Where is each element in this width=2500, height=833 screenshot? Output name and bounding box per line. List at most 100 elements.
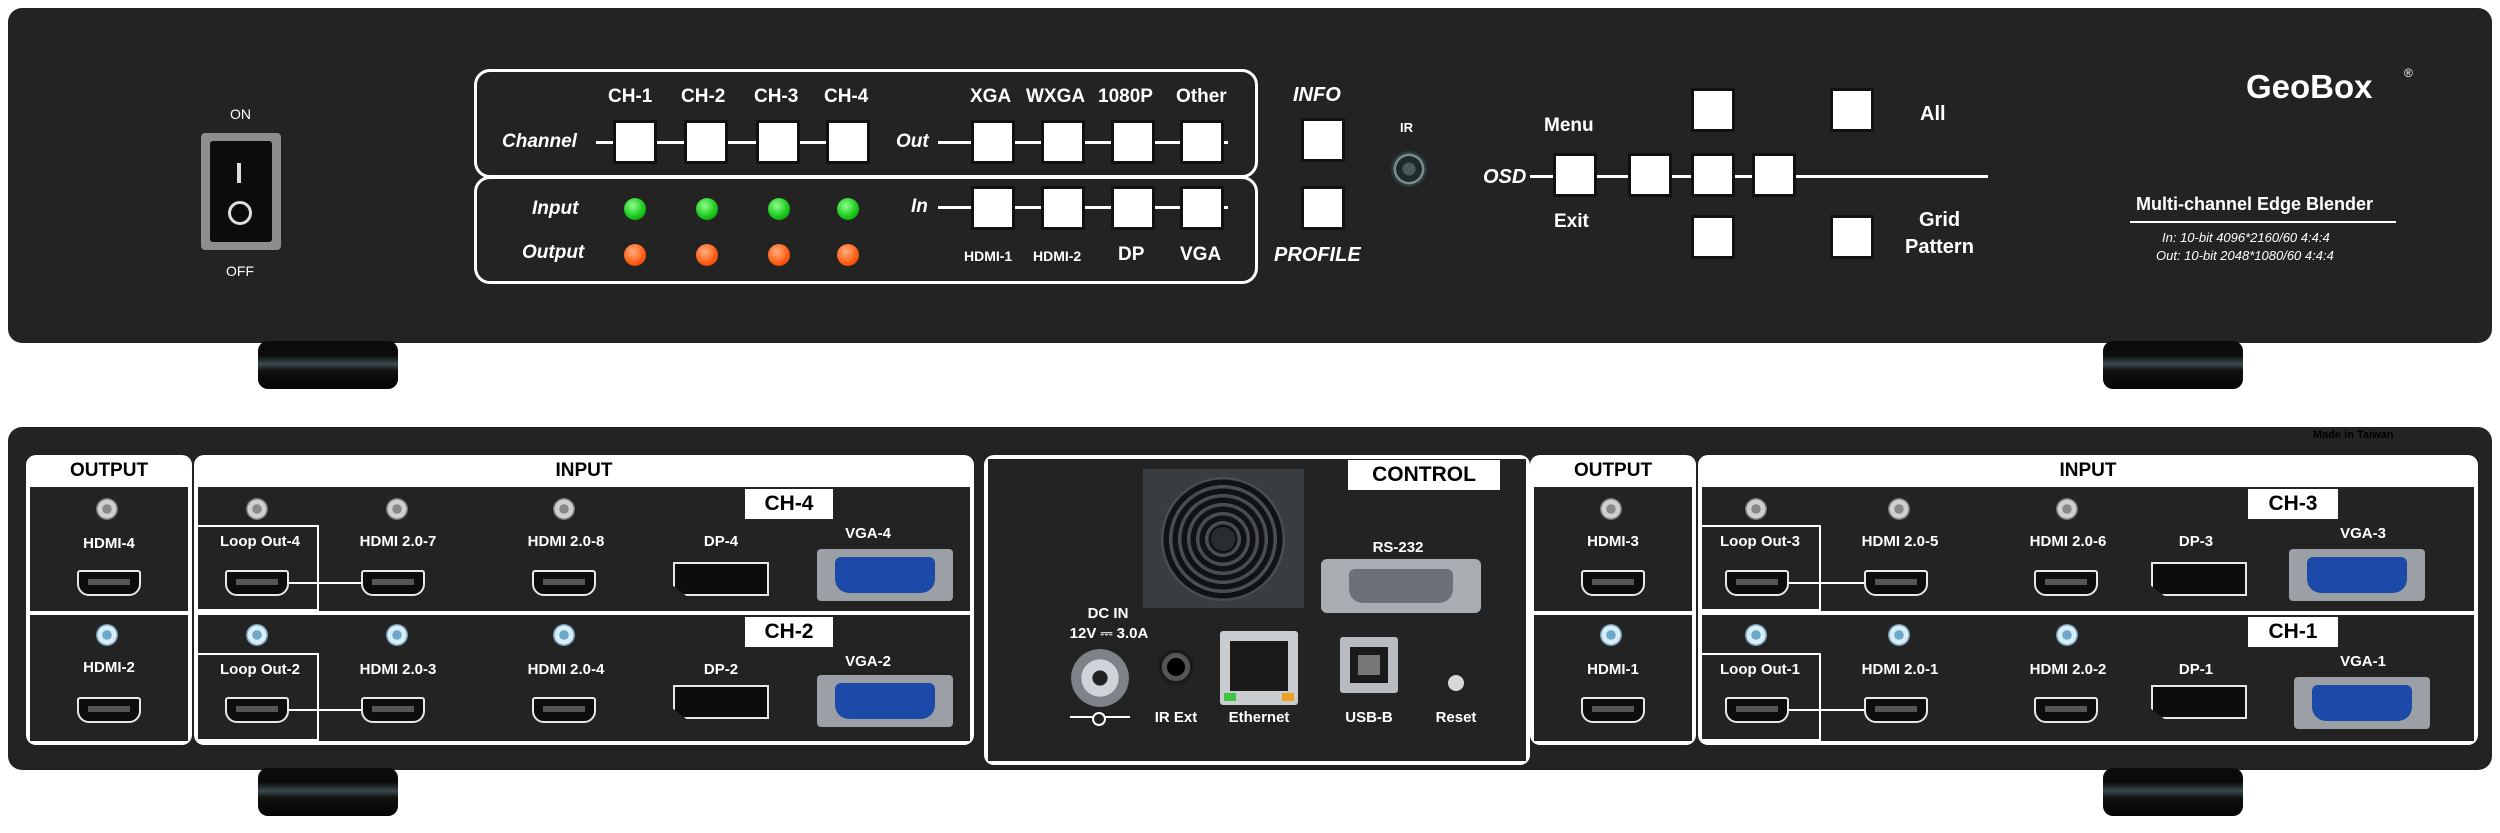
front-foot-left [258, 341, 398, 389]
ir-ext-label: IR Ext [1154, 709, 1198, 726]
loop-out-2-screw-icon [246, 624, 268, 646]
wxga-button[interactable] [1041, 120, 1085, 164]
ch-2-label: CH-2 [681, 86, 726, 107]
wxga-label: WXGA [1026, 86, 1086, 107]
exit-label: Exit [1554, 211, 1589, 232]
output-led-label: Output [522, 242, 585, 263]
hdmi-1-in-label: HDMI-1 [964, 248, 1013, 264]
info-button[interactable] [1301, 118, 1345, 162]
hdmi-2-0-3-screw-icon [386, 624, 408, 646]
ch-3-button[interactable] [756, 120, 800, 164]
rear-panel: Made in Taiwan OUTPUT HDMI-4 HDMI-2 INPU… [8, 427, 2492, 770]
hdmi-2-0-7-label: HDMI 2.0-7 [359, 533, 437, 550]
hdmi-2-0-6-port[interactable] [2034, 570, 2098, 596]
dp-in-button[interactable] [1111, 186, 1155, 230]
hdmi-1-output-port[interactable] [1581, 697, 1645, 723]
power-on-label: ON [230, 106, 251, 122]
hdmi-2-0-8-port[interactable] [532, 570, 596, 596]
hdmi-2-0-8-screw-icon [553, 498, 575, 520]
loop-out-3-label: Loop Out-3 [1720, 533, 1800, 550]
ch-1-tag: CH-1 [2248, 617, 2338, 647]
hdmi-2-0-4-screw-icon [553, 624, 575, 646]
center-button[interactable] [1691, 153, 1735, 197]
usb-b-port[interactable] [1340, 637, 1398, 693]
hdmi-2-in-label: HDMI-2 [1033, 248, 1082, 264]
right-arrow-button[interactable] [1752, 153, 1796, 197]
hdmi-2-0-1-port[interactable] [1864, 697, 1928, 723]
right-output-header: OUTPUT [1573, 460, 1653, 481]
loop-out-3-port[interactable] [1725, 570, 1789, 596]
vga-in-button[interactable] [1180, 186, 1224, 230]
left-input-header: INPUT [555, 460, 613, 481]
reset-button[interactable] [1448, 675, 1464, 691]
vga-in-label: VGA [1180, 244, 1222, 265]
hdmi-2-0-5-screw-icon [1888, 498, 1910, 520]
dc-in-label: DC IN [1087, 605, 1129, 622]
1080p-button[interactable] [1111, 120, 1155, 164]
ch-3-output-led [768, 244, 790, 266]
rs232-label: RS-232 [1372, 539, 1424, 556]
hdmi-2-0-4-port[interactable] [532, 697, 596, 723]
info-label: INFO [1293, 84, 1341, 106]
hdmi-1-in-button[interactable] [971, 186, 1015, 230]
hdmi-2-0-2-port[interactable] [2034, 697, 2098, 723]
dc-in-port[interactable] [1071, 649, 1129, 707]
hdmi-2-0-5-port[interactable] [1864, 570, 1928, 596]
rear-foot-left [258, 768, 398, 816]
hdmi-4-output-port[interactable] [77, 570, 141, 596]
ch-2-button[interactable] [684, 120, 728, 164]
dp-2-port[interactable] [673, 685, 769, 719]
hdmi-2-0-7-port[interactable] [361, 570, 425, 596]
vga-3-port[interactable] [2289, 549, 2425, 601]
hdmi-2-0-4-label: HDMI 2.0-4 [527, 661, 605, 678]
grid-pattern-button[interactable] [1830, 215, 1874, 259]
hdmi-2-0-8-label: HDMI 2.0-8 [527, 533, 605, 550]
vga-1-label: VGA-1 [2340, 653, 2386, 670]
profile-button[interactable] [1301, 186, 1345, 230]
up-arrow-button[interactable] [1691, 88, 1735, 132]
loop-out-4-port[interactable] [225, 570, 289, 596]
rs232-port[interactable] [1321, 559, 1481, 613]
hdmi-2-in-button[interactable] [1041, 186, 1085, 230]
power-switch[interactable] [201, 133, 281, 250]
vga-4-label: VGA-4 [845, 525, 891, 542]
xga-button[interactable] [971, 120, 1015, 164]
hdmi-2-0-3-port[interactable] [361, 697, 425, 723]
xga-label: XGA [970, 86, 1012, 107]
dp-in-label: DP [1118, 244, 1145, 265]
dc-polarity-icon [1070, 712, 1130, 726]
ch-1-output-led [624, 244, 646, 266]
spec-output: Out: 10-bit 2048*1080/60 4:4:4 [2156, 248, 2334, 263]
dp-3-port[interactable] [2151, 562, 2247, 596]
hdmi-2-0-7-screw-icon [386, 498, 408, 520]
hdmi-2-output-port[interactable] [77, 697, 141, 723]
ir-ext-port[interactable] [1158, 649, 1194, 685]
hdmi-2-0-6-screw-icon [2056, 498, 2078, 520]
hdmi-2-0-2-screw-icon [2056, 624, 2078, 646]
hdmi-3-output-port[interactable] [1581, 570, 1645, 596]
other-button[interactable] [1180, 120, 1224, 164]
loop-out-1-port[interactable] [1725, 697, 1789, 723]
vga-1-port[interactable] [2294, 677, 2430, 729]
ethernet-port[interactable] [1220, 631, 1298, 705]
dp-4-port[interactable] [673, 562, 769, 596]
ch-4-button[interactable] [826, 120, 870, 164]
loop-out-1-label: Loop Out-1 [1720, 661, 1800, 678]
dp-4-label: DP-4 [703, 533, 739, 550]
dp-1-port[interactable] [2151, 685, 2247, 719]
all-button[interactable] [1830, 88, 1874, 132]
down-arrow-button[interactable] [1691, 215, 1735, 259]
front-panel: ON OFF Channel CH-1 CH-2 CH-3 CH-4 Out X… [8, 8, 2492, 343]
ch-2-output-led [696, 244, 718, 266]
left-arrow-button[interactable] [1628, 153, 1672, 197]
menu-exit-button[interactable] [1553, 153, 1597, 197]
hdmi-2-0-3-label: HDMI 2.0-3 [359, 661, 437, 678]
loop-out-2-port[interactable] [225, 697, 289, 723]
ch-1-button[interactable] [613, 120, 657, 164]
grid-label: Grid [1919, 209, 1961, 231]
vga-4-port[interactable] [817, 549, 953, 601]
ch-3-tag: CH-3 [2248, 489, 2338, 519]
vga-2-port[interactable] [817, 675, 953, 727]
input-led-label: Input [532, 198, 579, 219]
ir-sensor-icon [1391, 151, 1427, 187]
